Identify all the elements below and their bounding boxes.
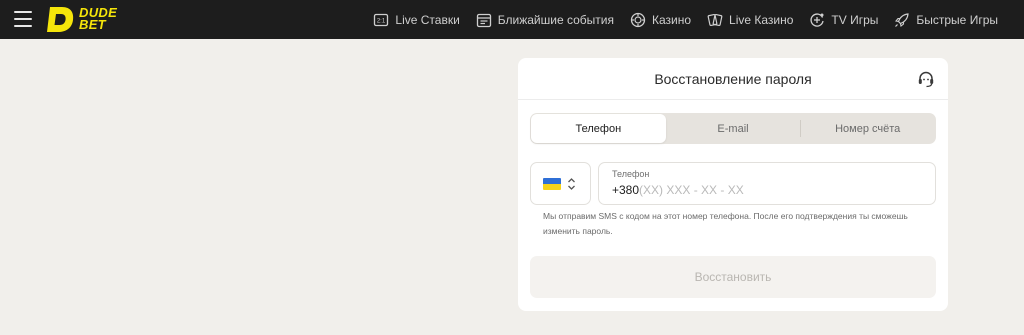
logo-mark-icon <box>47 7 74 32</box>
nav-tv-games[interactable]: TV Игры <box>809 12 878 28</box>
casino-chip-icon <box>630 12 646 27</box>
phone-input[interactable]: Телефон +380(XX) XXX - XX - XX <box>598 162 936 205</box>
phone-field-label: Телефон <box>612 169 650 179</box>
svg-text:2:1: 2:1 <box>377 18 386 24</box>
ukraine-flag-icon <box>543 177 561 190</box>
tab-email[interactable]: E-mail <box>666 114 801 143</box>
logo[interactable]: DUDE BET <box>46 3 117 35</box>
cards-icon <box>707 13 723 26</box>
tab-phone[interactable]: Телефон <box>531 114 666 143</box>
recovery-method-tabs: Телефон E-mail Номер счёта <box>530 113 936 144</box>
phone-mask-placeholder: (XX) XXX - XX - XX <box>639 183 744 197</box>
nav-fast-games[interactable]: Быстрые Игры <box>894 12 998 28</box>
main-nav: 2:1 Live Ставки Ближайшие события Казино… <box>357 0 998 39</box>
nav-live-bets[interactable]: 2:1 Live Ставки <box>373 12 460 28</box>
rocket-icon <box>895 12 910 27</box>
restore-button[interactable]: Восстановить <box>530 256 936 298</box>
tv-games-icon <box>810 12 825 27</box>
nav-casino[interactable]: Казино <box>630 12 691 28</box>
phone-field-value: +380(XX) XXX - XX - XX <box>612 183 935 197</box>
top-bar: DUDE BET 2:1 Live Ставки Ближайшие событ… <box>0 0 1024 39</box>
password-recovery-card: Восстановление пароля Телефон E-mail Ном… <box>518 58 948 311</box>
nav-upcoming-events[interactable]: Ближайшие события <box>476 12 614 28</box>
menu-icon[interactable] <box>14 11 32 27</box>
nav-live-casino[interactable]: Live Казино <box>707 12 793 28</box>
tab-account-number[interactable]: Номер счёта <box>800 114 935 143</box>
chevron-up-down-icon <box>568 177 575 190</box>
logo-text: DUDE BET <box>79 5 118 32</box>
card-header: Восстановление пароля <box>518 58 948 100</box>
support-headset-icon[interactable] <box>916 69 936 89</box>
live-bets-icon: 2:1 <box>374 13 389 26</box>
sms-hint-text: Мы отправим SMS с кодом на этот номер те… <box>543 211 908 236</box>
card-title: Восстановление пароля <box>654 70 812 87</box>
calendar-icon <box>476 13 491 27</box>
phone-prefix: +380 <box>612 183 640 197</box>
country-code-select[interactable] <box>530 162 591 205</box>
